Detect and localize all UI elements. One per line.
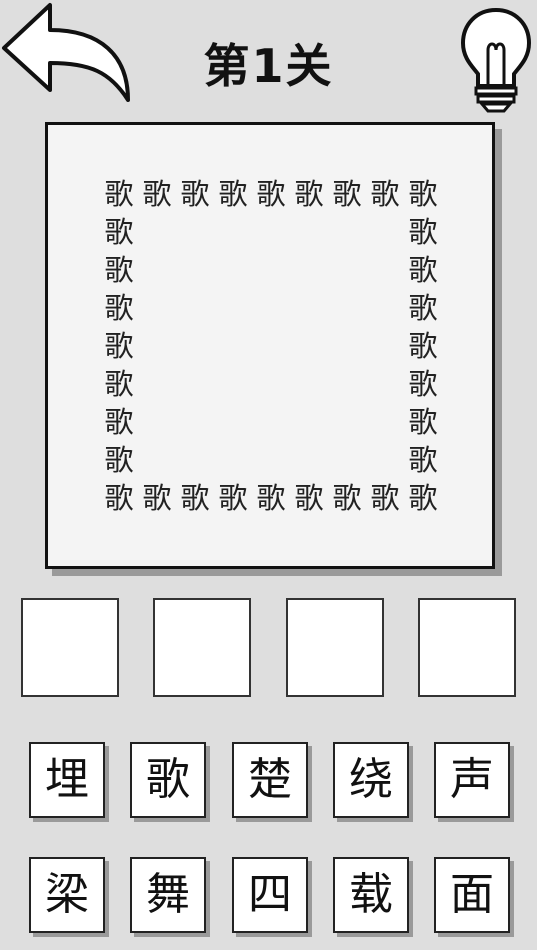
tile-7[interactable]: 舞 xyxy=(130,857,206,933)
grid-char: 歌 xyxy=(332,481,362,515)
tile-1[interactable]: 埋 xyxy=(29,742,105,818)
grid-char: 歌 xyxy=(180,481,210,515)
grid-char: 歌 xyxy=(104,481,134,515)
grid-char: 歌 xyxy=(218,177,248,211)
answer-slot-1[interactable] xyxy=(21,598,119,697)
tile-4[interactable]: 绕 xyxy=(333,742,409,818)
grid-char: 歌 xyxy=(104,215,134,249)
grid-char: 歌 xyxy=(408,215,438,249)
grid-char: 歌 xyxy=(408,367,438,401)
grid-char: 歌 xyxy=(256,481,286,515)
grid-char: 歌 xyxy=(408,177,438,211)
grid-char: 歌 xyxy=(408,443,438,477)
grid-char: 歌 xyxy=(104,367,134,401)
grid-char: 歌 xyxy=(332,177,362,211)
grid-char: 歌 xyxy=(408,481,438,515)
grid-char: 歌 xyxy=(218,481,248,515)
grid-char: 歌 xyxy=(294,177,324,211)
answer-slot-4[interactable] xyxy=(418,598,516,697)
grid-char: 歌 xyxy=(408,405,438,439)
grid-char: 歌 xyxy=(104,253,134,287)
grid-char: 歌 xyxy=(104,177,134,211)
lightbulb-icon[interactable] xyxy=(458,6,534,114)
puzzle-board: 歌歌歌歌歌歌歌歌歌歌歌歌歌歌歌歌歌歌歌歌歌歌歌歌歌歌歌歌歌歌歌歌 xyxy=(45,122,495,569)
grid-char: 歌 xyxy=(408,291,438,325)
tile-3[interactable]: 楚 xyxy=(232,742,308,818)
character-grid: 歌歌歌歌歌歌歌歌歌歌歌歌歌歌歌歌歌歌歌歌歌歌歌歌歌歌歌歌歌歌歌歌 xyxy=(100,175,442,517)
grid-char: 歌 xyxy=(104,291,134,325)
tile-9[interactable]: 载 xyxy=(333,857,409,933)
tile-2[interactable]: 歌 xyxy=(130,742,206,818)
grid-char: 歌 xyxy=(104,329,134,363)
tile-8[interactable]: 四 xyxy=(232,857,308,933)
grid-char: 歌 xyxy=(104,405,134,439)
tile-5[interactable]: 声 xyxy=(434,742,510,818)
tile-10[interactable]: 面 xyxy=(434,857,510,933)
level-title: 第1关 xyxy=(203,39,334,93)
answer-slot-3[interactable] xyxy=(286,598,384,697)
grid-char: 歌 xyxy=(180,177,210,211)
grid-char: 歌 xyxy=(142,481,172,515)
grid-char: 歌 xyxy=(408,329,438,363)
grid-char: 歌 xyxy=(370,177,400,211)
answer-slot-2[interactable] xyxy=(153,598,251,697)
grid-char: 歌 xyxy=(370,481,400,515)
grid-char: 歌 xyxy=(104,443,134,477)
tile-6[interactable]: 梁 xyxy=(29,857,105,933)
grid-char: 歌 xyxy=(256,177,286,211)
grid-char: 歌 xyxy=(142,177,172,211)
grid-char: 歌 xyxy=(294,481,324,515)
grid-char: 歌 xyxy=(408,253,438,287)
